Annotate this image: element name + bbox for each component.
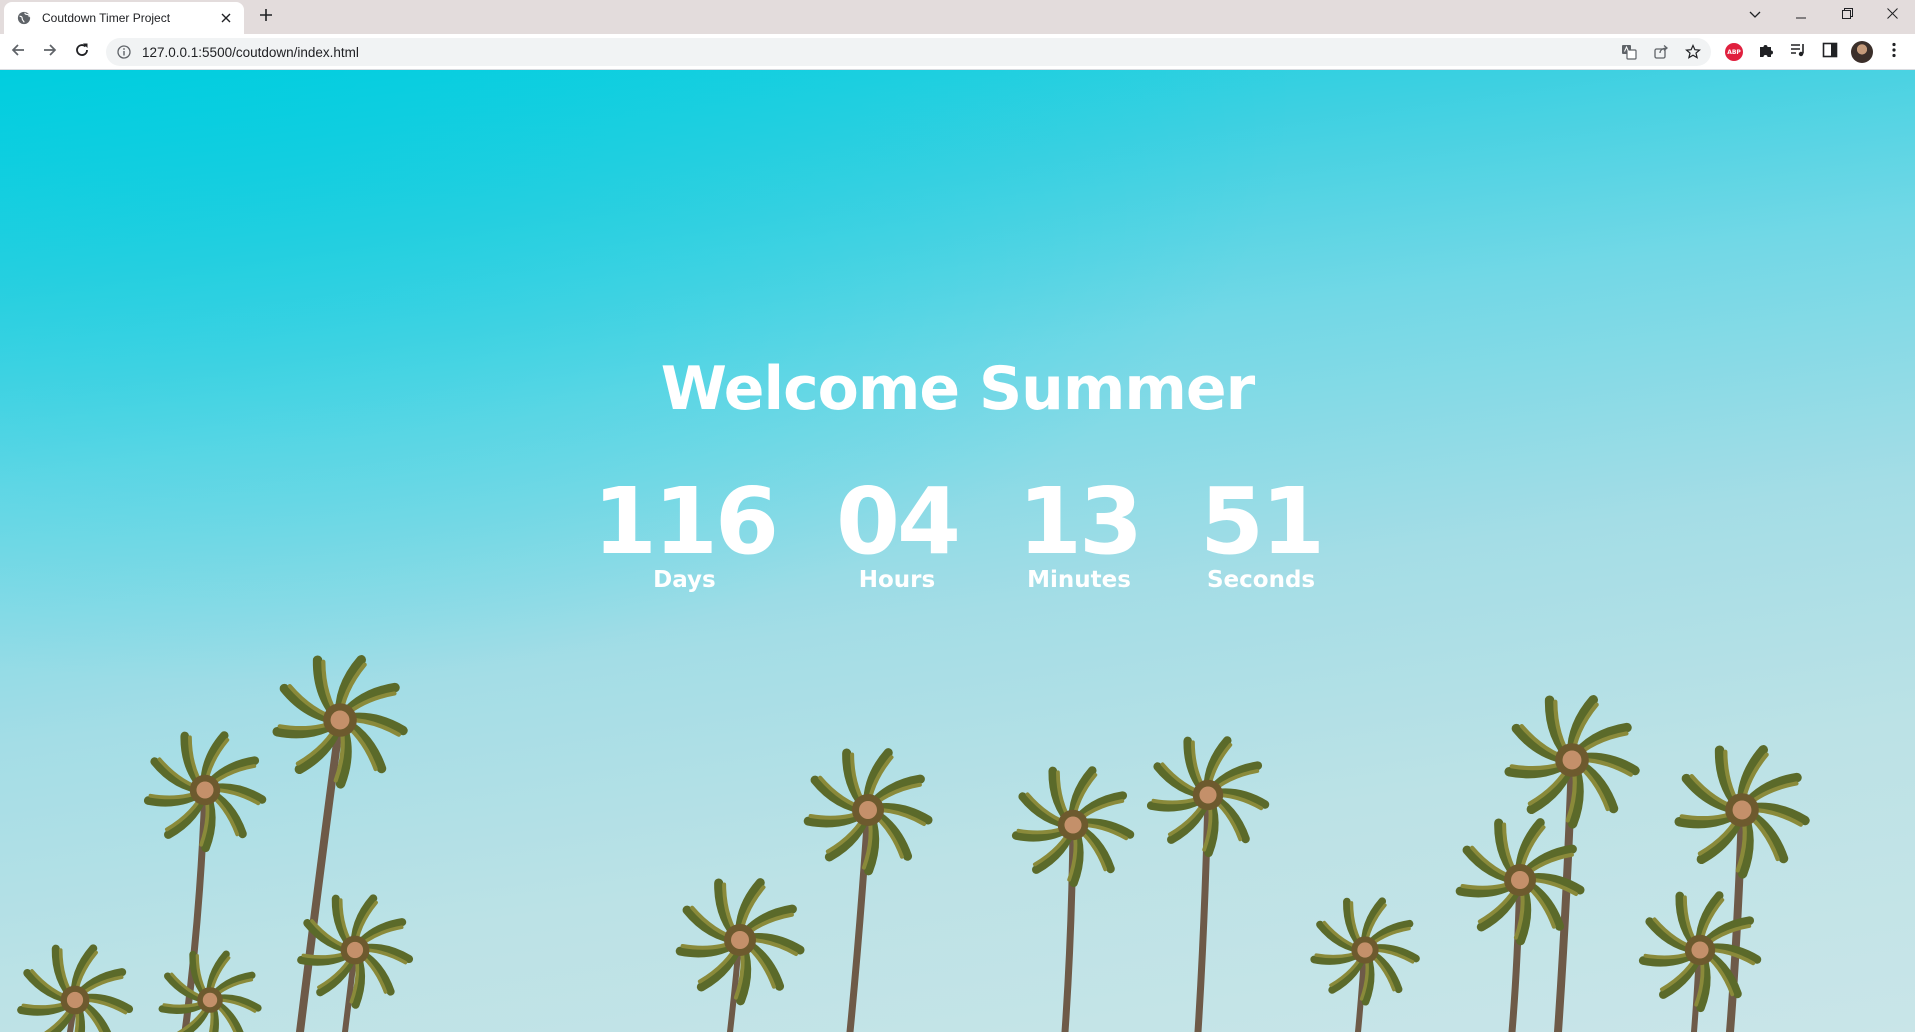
translate-icon[interactable] [1620, 43, 1638, 61]
countdown-seconds: 51 Seconds [1200, 468, 1325, 605]
profile-button[interactable] [1850, 40, 1874, 64]
tab-active[interactable]: Coutdown Timer Project [4, 2, 244, 34]
countdown-minutes: 13 Minutes [1018, 468, 1143, 605]
browser-window: Coutdown Timer Project 127.0.0.1:5500/co… [0, 0, 1915, 1032]
page-title: Welcome Summer [660, 354, 1255, 424]
media-control-button[interactable] [1786, 40, 1810, 64]
minimize-button[interactable] [1778, 0, 1824, 30]
tab-strip: Coutdown Timer Project [0, 0, 1915, 34]
minutes-value: 13 [1018, 468, 1143, 575]
window-close-button[interactable] [1869, 0, 1915, 30]
tab-search-button[interactable] [1732, 0, 1778, 30]
seconds-value: 51 [1200, 468, 1325, 575]
share-icon[interactable] [1652, 43, 1670, 61]
reload-icon [74, 42, 90, 63]
chevron-down-icon [1749, 6, 1761, 24]
minimize-icon [1796, 6, 1806, 24]
media-icon [1790, 42, 1806, 63]
restore-button[interactable] [1824, 0, 1870, 30]
tab-title: Coutdown Timer Project [42, 11, 171, 25]
reload-button[interactable] [70, 40, 94, 64]
new-tab-button[interactable] [256, 7, 276, 27]
side-panel-button[interactable] [1818, 40, 1842, 64]
back-button[interactable] [6, 40, 30, 64]
abp-extension-button[interactable]: ABP [1722, 40, 1746, 64]
abp-icon: ABP [1725, 43, 1743, 61]
restore-icon [1841, 6, 1853, 24]
bookmark-star-icon[interactable] [1684, 43, 1702, 61]
back-icon [10, 42, 26, 63]
hours-label: Hours [858, 567, 936, 593]
kebab-menu-icon [1892, 42, 1896, 63]
countdown-hours: 04 Hours [835, 468, 961, 605]
avatar [1851, 41, 1873, 63]
address-bar[interactable]: 127.0.0.1:5500/coutdown/index.html [106, 38, 1711, 66]
forward-button[interactable] [38, 40, 62, 64]
minutes-label: Minutes [1027, 567, 1131, 593]
plus-icon [259, 8, 273, 27]
window-close-icon [1886, 6, 1898, 24]
side-panel-icon [1822, 42, 1838, 63]
url-text[interactable]: 127.0.0.1:5500/coutdown/index.html [142, 45, 359, 60]
forward-icon [42, 42, 58, 63]
countdown-days: 116 Days [592, 468, 779, 605]
extensions-button[interactable] [1754, 40, 1778, 64]
close-icon[interactable] [218, 10, 234, 26]
hours-value: 04 [835, 468, 961, 575]
countdown-timer: 116 Days 04 Hours 13 Minutes 51 Seconds [0, 475, 1915, 605]
puzzle-icon [1758, 42, 1774, 63]
page-viewport: Welcome Summer 116 Days 04 Hours 13 Minu… [0, 70, 1915, 1032]
browser-toolbar: 127.0.0.1:5500/coutdown/index.html ABP [0, 34, 1915, 70]
globe-icon [16, 10, 32, 26]
menu-button[interactable] [1882, 40, 1906, 64]
seconds-label: Seconds [1206, 567, 1316, 593]
days-label: Days [653, 567, 716, 593]
site-info-icon[interactable] [116, 44, 132, 60]
days-value: 116 [592, 468, 779, 575]
